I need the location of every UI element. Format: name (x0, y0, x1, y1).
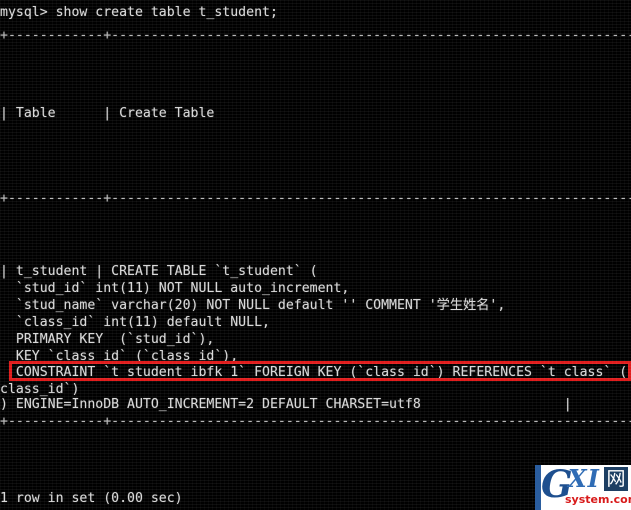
result-line: | t_student | CREATE TABLE `t_student` ( (0, 264, 318, 279)
watermark-letters-xi: XI (568, 465, 600, 493)
watermark-domain: system.com (565, 493, 631, 506)
table-separator-middle: +------------+--------------------------… (0, 191, 631, 206)
result-line: `class_id` int(11) default NULL, (0, 315, 270, 330)
result-line: PRIMARY KEY (`stud_id`), (0, 332, 215, 347)
site-watermark-logo: G XI 网 system.com (535, 465, 631, 510)
terminal-output[interactable]: mysql> show create table t_student; +---… (0, 0, 631, 510)
result-line: `stud_id` int(11) NOT NULL auto_incremen… (0, 281, 350, 296)
terminal-status-line: 1 row in set (0.00 sec) (0, 491, 183, 506)
terminal-screen: mysql> show create table t_student; +---… (0, 0, 631, 510)
watermark-cjk-badge: 网 (604, 467, 628, 491)
result-line-constraint: CONSTRAINT `t_student_ibfk_1` FOREIGN KE… (0, 365, 631, 380)
result-line: ) ENGINE=InnoDB AUTO_INCREMENT=2 DEFAULT… (0, 397, 572, 412)
result-line: `stud_name` varchar(20) NOT NULL default… (0, 298, 506, 313)
terminal-prompt-line: mysql> show create table t_student; (0, 5, 278, 20)
result-line: KEY `class_id` (`class_id`), (0, 349, 239, 364)
table-header-row: | Table | Create Table | (0, 106, 631, 121)
table-separator-top: +------------+--------------------------… (0, 28, 631, 43)
table-separator-bottom: +------------+--------------------------… (0, 414, 631, 429)
